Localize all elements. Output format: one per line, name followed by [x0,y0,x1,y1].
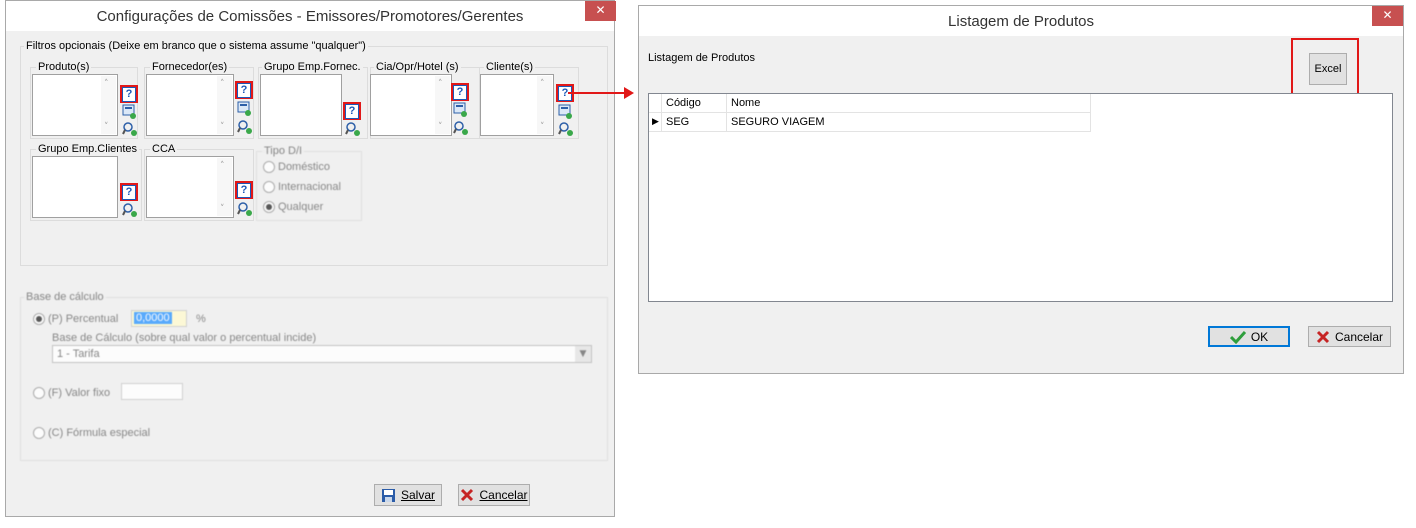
search-add-icon[interactable] [237,119,252,134]
produtos-scrollbar[interactable]: ˄ ˅ [101,76,116,134]
cca-listbox[interactable]: ˄ ˅ [146,156,234,218]
fornecedores-help-icon[interactable]: ? [237,83,251,98]
grupo-fornec-listbox[interactable] [260,74,342,136]
clientes-label: Cliente(s) [484,61,536,73]
cia-listbox[interactable]: ˄ ˅ [370,74,452,136]
cca-label: CCA [150,143,178,155]
cancel-label: Cancelar [479,488,528,502]
cancel-x-icon [461,488,474,502]
formula-radio[interactable] [33,427,45,439]
select-list-icon[interactable] [237,101,252,116]
search-add-icon[interactable] [453,120,468,135]
save-label: Salvar [400,488,435,502]
fornecedores-label: Fornecedor(es) [150,61,230,73]
row-indicator-icon: ▶ [649,113,662,132]
tipo-domestico-radio[interactable] [263,161,275,173]
valor-fixo-label: (F) Valor fixo [48,387,111,399]
tipo-domestico-label: Doméstico [278,161,330,173]
valor-fixo-radio[interactable] [33,387,45,399]
search-add-icon[interactable] [345,121,360,136]
base-calc-label: Base de Cálculo (sobre qual valor o perc… [52,332,317,344]
listing-subtitle: Listagem de Produtos [648,52,756,64]
base-calc-value: 1 - Tarifa [57,348,100,360]
right-cancel-button[interactable]: Cancelar [1308,326,1391,347]
tipo-qualquer-label: Qualquer [278,201,324,213]
grid-header-codigo[interactable]: Código [662,94,727,113]
arrow-right-icon [568,87,634,99]
check-icon [1229,330,1246,344]
percent-sign: % [196,313,206,325]
ok-label: OK [1250,329,1269,344]
clientes-scrollbar[interactable]: ˄ ˅ [537,76,552,134]
base-calc-select[interactable]: 1 - Tarifa ▼ [52,345,592,363]
produtos-listbox[interactable]: ˄ ˅ [32,74,118,136]
grid-header-nome[interactable]: Nome [727,94,1091,113]
search-add-icon[interactable] [122,202,137,217]
grupo-fornec-help-icon[interactable]: ? [345,104,359,119]
search-add-icon[interactable] [122,121,137,136]
excel-label: Excel [1314,63,1342,75]
filters-legend: Filtros opcionais (Deixe em branco que o… [24,40,368,52]
percentual-input[interactable]: 0,0000 [131,310,187,327]
row-codigo[interactable]: SEG [662,113,727,132]
tipo-internacional-radio[interactable] [263,181,275,193]
chevron-down-icon[interactable]: ▼ [575,346,591,362]
right-titlebar: Listagem de Produtos ✕ [639,6,1403,36]
cancel-x-icon [1316,330,1330,343]
percentual-label: (P) Percentual [48,313,119,325]
base-calculo-legend: Base de cálculo [24,291,106,303]
tipo-di-label: Tipo D/I [262,145,305,157]
fornecedores-scrollbar[interactable]: ˄ ˅ [217,76,232,134]
percentual-radio[interactable] [33,313,45,325]
grupo-clientes-listbox[interactable] [32,156,118,218]
product-list-window: Listagem de Produtos ✕ Listagem de Produ… [638,5,1404,374]
search-add-icon[interactable] [558,121,573,136]
save-button[interactable]: Salvar [374,484,442,506]
save-icon [381,488,395,502]
produtos-label: Produto(s) [36,61,92,73]
grid-indicator-header [649,94,662,113]
clientes-listbox[interactable]: ˄ ˅ [480,74,554,136]
search-add-icon[interactable] [237,201,252,216]
excel-button[interactable]: Excel [1309,53,1347,85]
left-close-button[interactable]: ✕ [585,1,616,21]
commission-config-window: Configurações de Comissões - Emissores/P… [5,0,616,517]
grupo-clientes-label: Grupo Emp.Clientes [36,143,140,155]
cia-label: Cia/Opr/Hotel (s) [374,61,461,73]
right-close-button[interactable]: ✕ [1372,6,1403,26]
produtos-help-icon[interactable]: ? [122,87,136,102]
percentual-value: 0,0000 [134,312,172,324]
grupo-clientes-help-icon[interactable]: ? [122,185,136,200]
cia-scrollbar[interactable]: ˄ ˅ [435,76,450,134]
cca-scrollbar[interactable]: ˄ ˅ [217,158,232,216]
cancel-button[interactable]: Cancelar [458,484,530,506]
right-window-title: Listagem de Produtos [948,13,1094,30]
left-window-title: Configurações de Comissões - Emissores/P… [96,8,524,25]
fornecedores-listbox[interactable]: ˄ ˅ [146,74,234,136]
tipo-qualquer-radio[interactable] [263,201,275,213]
tipo-internacional-label: Internacional [278,181,341,193]
product-grid[interactable]: Código Nome ▶ SEG SEGURO VIAGEM [648,93,1393,302]
ok-button[interactable]: OK [1208,326,1290,347]
right-cancel-label: Cancelar [1334,329,1384,344]
valor-fixo-input[interactable] [121,383,183,400]
cia-help-icon[interactable]: ? [453,85,467,100]
cca-help-icon[interactable]: ? [237,183,251,198]
select-list-icon[interactable] [453,102,468,117]
row-nome[interactable]: SEGURO VIAGEM [727,113,1091,132]
grupo-fornec-label: Grupo Emp.Fornec. [262,61,363,73]
left-titlebar: Configurações de Comissões - Emissores/P… [6,1,616,31]
formula-label: (C) Fórmula especial [48,427,151,439]
select-list-icon[interactable] [122,104,137,119]
select-list-icon[interactable] [558,104,573,119]
